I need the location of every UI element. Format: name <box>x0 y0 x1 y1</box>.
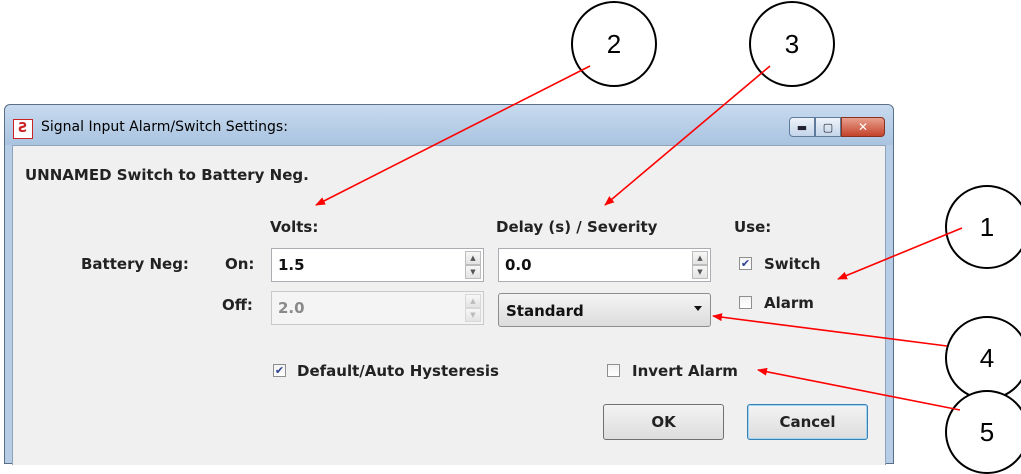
callout-3: 3 <box>749 1 835 87</box>
dialog-window: Ƨ Signal Input Alarm/Switch Settings: ▬ … <box>4 104 894 465</box>
alarm-checkbox[interactable] <box>739 296 752 309</box>
on-volts-input[interactable] <box>272 249 463 281</box>
on-label: On: <box>225 255 255 273</box>
callout-5: 5 <box>945 390 1021 474</box>
cancel-button[interactable]: Cancel <box>747 404 868 440</box>
close-button[interactable]: ✕ <box>841 117 885 137</box>
invert-alarm-checkbox[interactable] <box>607 364 620 377</box>
off-volts-spinbox: ▲ ▼ <box>271 291 484 325</box>
hysteresis-checkbox[interactable]: ✔ <box>273 364 286 377</box>
invert-alarm-label[interactable]: Invert Alarm <box>632 362 738 380</box>
spin-up-icon[interactable]: ▲ <box>692 251 708 265</box>
callout-4: 4 <box>945 316 1021 400</box>
callout-1: 1 <box>945 185 1021 269</box>
spin-down-icon: ▼ <box>465 308 481 322</box>
callout-2: 2 <box>571 1 657 87</box>
on-volts-spinbox: ▲ ▼ <box>271 248 484 282</box>
switch-label[interactable]: Switch <box>764 255 821 273</box>
window-controls: ▬ ▢ ✕ <box>789 117 885 137</box>
battery-neg-label: Battery Neg: <box>81 255 189 273</box>
title-bar[interactable]: Ƨ Signal Input Alarm/Switch Settings: ▬ … <box>5 105 893 145</box>
on-delay-input[interactable] <box>499 249 690 281</box>
off-volts-input <box>272 292 463 324</box>
maximize-button[interactable]: ▢ <box>815 117 841 137</box>
spin-down-icon[interactable]: ▼ <box>692 265 708 279</box>
spin-down-icon[interactable]: ▼ <box>465 265 481 279</box>
spin-up-icon[interactable]: ▲ <box>465 251 481 265</box>
delay-column-header: Delay (s) / Severity <box>496 218 658 236</box>
minimize-button[interactable]: ▬ <box>789 117 815 137</box>
spin-up-icon: ▲ <box>465 294 481 308</box>
dialog-body: UNNAMED Switch to Battery Neg. Volts: De… <box>12 145 886 465</box>
switch-checkbox[interactable]: ✔ <box>739 257 752 270</box>
off-volts-spinner: ▲ ▼ <box>465 294 481 322</box>
severity-dropdown[interactable]: Standard <box>498 293 711 327</box>
ok-button[interactable]: OK <box>603 404 724 440</box>
use-column-header: Use: <box>734 218 772 236</box>
dialog-heading: UNNAMED Switch to Battery Neg. <box>25 166 309 184</box>
app-icon: Ƨ <box>13 119 33 139</box>
alarm-label[interactable]: Alarm <box>764 294 814 312</box>
on-volts-spinner: ▲ ▼ <box>465 251 481 279</box>
off-label: Off: <box>222 296 253 314</box>
chevron-down-icon <box>694 306 702 311</box>
on-delay-spinner: ▲ ▼ <box>692 251 708 279</box>
severity-value: Standard <box>506 302 584 320</box>
on-delay-spinbox: ▲ ▼ <box>498 248 711 282</box>
hysteresis-label[interactable]: Default/Auto Hysteresis <box>297 362 499 380</box>
window-title: Signal Input Alarm/Switch Settings: <box>41 119 288 135</box>
volts-column-header: Volts: <box>270 218 319 236</box>
